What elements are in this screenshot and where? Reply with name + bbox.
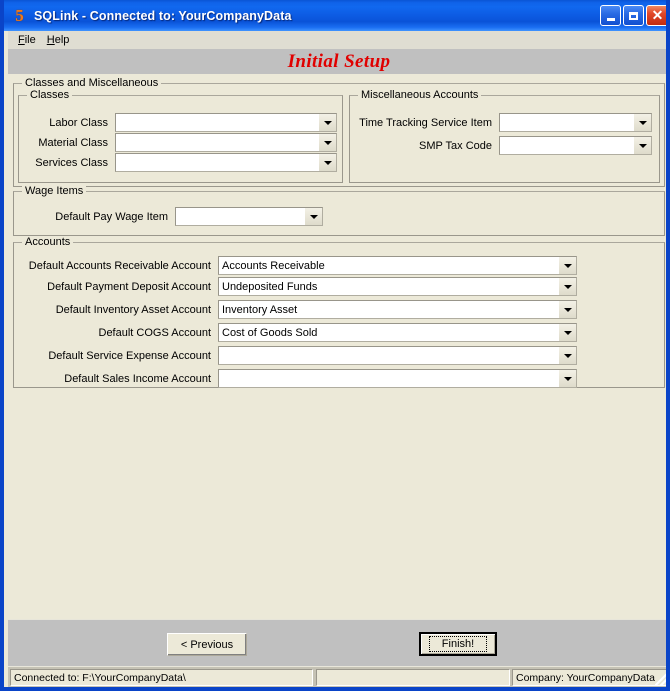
menu-item-help[interactable]: Help: [45, 33, 79, 47]
group-label-accounts: Accounts: [22, 236, 74, 248]
material-class-combo[interactable]: [115, 133, 337, 152]
label-default-service-expense-account: Default Service Expense Account: [48, 349, 211, 362]
field-row-default-payment-deposit-account: Default Payment Deposit Account Undeposi…: [14, 277, 577, 296]
button-panel: < Previous Finish!: [8, 619, 666, 667]
field-row-default-cogs-account: Default COGS Account Cost of Goods Sold: [14, 323, 577, 342]
chevron-down-icon[interactable]: [558, 257, 576, 274]
window-title: SQLink - Connected to: YourCompanyData: [34, 8, 292, 23]
resize-grip-icon[interactable]: [655, 672, 666, 686]
minimize-button[interactable]: [600, 5, 621, 26]
chevron-down-icon[interactable]: [633, 137, 651, 154]
label-default-payment-deposit-account: Default Payment Deposit Account: [47, 280, 211, 293]
field-row-labor-class: Labor Class: [22, 113, 337, 132]
menu-bar: File Help: [8, 31, 666, 49]
default-inventory-asset-account-value: Inventory Asset: [222, 303, 298, 316]
labor-class-combo[interactable]: [115, 113, 337, 132]
menu-item-file[interactable]: File: [16, 33, 45, 47]
default-accounts-receivable-account-value: Accounts Receivable: [222, 259, 325, 272]
chevron-down-icon[interactable]: [558, 278, 576, 295]
field-row-smp-tax-code: SMP Tax Code: [346, 136, 652, 155]
default-accounts-receivable-account-combo[interactable]: Accounts Receivable: [218, 256, 577, 275]
previous-button[interactable]: < Previous: [167, 633, 247, 656]
chevron-down-icon[interactable]: [558, 301, 576, 318]
default-inventory-asset-account-combo[interactable]: Inventory Asset: [218, 300, 577, 319]
field-row-default-accounts-receivable-account: Default Accounts Receivable Account Acco…: [14, 256, 577, 275]
chevron-down-icon[interactable]: [304, 208, 322, 225]
label-default-inventory-asset-account: Default Inventory Asset Account: [55, 303, 211, 316]
default-pay-wage-item-combo[interactable]: [175, 207, 323, 226]
services-class-combo[interactable]: [115, 153, 337, 172]
field-row-services-class: Services Class: [22, 153, 337, 172]
label-time-tracking-service-item: Time Tracking Service Item: [359, 116, 492, 129]
label-default-pay-wage-item: Default Pay Wage Item: [55, 210, 168, 223]
finish-button-label: Finish!: [441, 638, 475, 650]
field-row-default-sales-income-account: Default Sales Income Account: [14, 369, 577, 388]
chevron-down-icon[interactable]: [318, 134, 336, 151]
chevron-down-icon[interactable]: [558, 324, 576, 341]
label-default-cogs-account: Default COGS Account: [98, 326, 212, 339]
status-bar: Connected to: F:\YourCompanyData\ Compan…: [8, 666, 666, 687]
maximize-button[interactable]: [623, 5, 644, 26]
field-row-default-service-expense-account: Default Service Expense Account: [14, 346, 577, 365]
default-cogs-account-combo[interactable]: Cost of Goods Sold: [218, 323, 577, 342]
previous-button-label: < Previous: [180, 638, 234, 651]
close-icon: ✕: [651, 7, 664, 23]
chevron-down-icon[interactable]: [318, 154, 336, 171]
label-material-class: Material Class: [38, 136, 108, 149]
page-title: Initial Setup: [287, 51, 391, 72]
group-label-classes: Classes: [27, 89, 73, 101]
title-bar[interactable]: 5 SQLink - Connected to: YourCompanyData…: [4, 0, 666, 31]
default-service-expense-account-combo[interactable]: [218, 346, 577, 365]
chevron-down-icon[interactable]: [633, 114, 651, 131]
label-default-sales-income-account: Default Sales Income Account: [64, 372, 211, 385]
field-row-material-class: Material Class: [22, 133, 337, 152]
chevron-down-icon[interactable]: [558, 370, 576, 387]
group-label-classes-and-miscellaneous: Classes and Miscellaneous: [22, 77, 162, 89]
default-payment-deposit-account-combo[interactable]: Undeposited Funds: [218, 277, 577, 296]
smp-tax-code-combo[interactable]: [499, 136, 652, 155]
label-services-class: Services Class: [35, 156, 108, 169]
status-panel-connection: Connected to: F:\YourCompanyData\: [10, 669, 313, 686]
field-row-default-inventory-asset-account: Default Inventory Asset Account Inventor…: [14, 300, 577, 319]
chevron-down-icon[interactable]: [558, 347, 576, 364]
chevron-down-icon[interactable]: [318, 114, 336, 131]
default-cogs-account-value: Cost of Goods Sold: [222, 326, 318, 339]
default-payment-deposit-account-value: Undeposited Funds: [222, 280, 318, 293]
label-smp-tax-code: SMP Tax Code: [419, 139, 492, 152]
default-sales-income-account-combo[interactable]: [218, 369, 577, 388]
field-row-time-tracking-service-item: Time Tracking Service Item: [346, 113, 652, 132]
group-label-wage-items: Wage Items: [22, 185, 87, 197]
app-5-icon[interactable]: 5: [11, 7, 28, 24]
finish-button[interactable]: Finish!: [419, 632, 497, 656]
group-label-miscellaneous-accounts: Miscellaneous Accounts: [358, 89, 482, 101]
field-row-default-pay-wage-item: Default Pay Wage Item: [22, 207, 323, 226]
status-panel-company: Company: YourCompanyData: [512, 669, 666, 686]
window-controls: ✕: [600, 5, 666, 26]
application-window: 5 SQLink - Connected to: YourCompanyData…: [0, 0, 670, 691]
label-labor-class: Labor Class: [49, 116, 108, 129]
time-tracking-service-item-combo[interactable]: [499, 113, 652, 132]
close-button[interactable]: ✕: [646, 5, 666, 26]
label-default-accounts-receivable-account: Default Accounts Receivable Account: [28, 259, 211, 272]
client-area: Classes and Miscellaneous Classes Labor …: [8, 74, 666, 619]
maximize-icon: [629, 11, 638, 20]
status-panel-middle: [316, 669, 510, 686]
finish-button-focus-ring: Finish!: [428, 636, 488, 652]
minimize-icon: [606, 18, 615, 21]
header-band: Initial Setup: [8, 49, 666, 75]
